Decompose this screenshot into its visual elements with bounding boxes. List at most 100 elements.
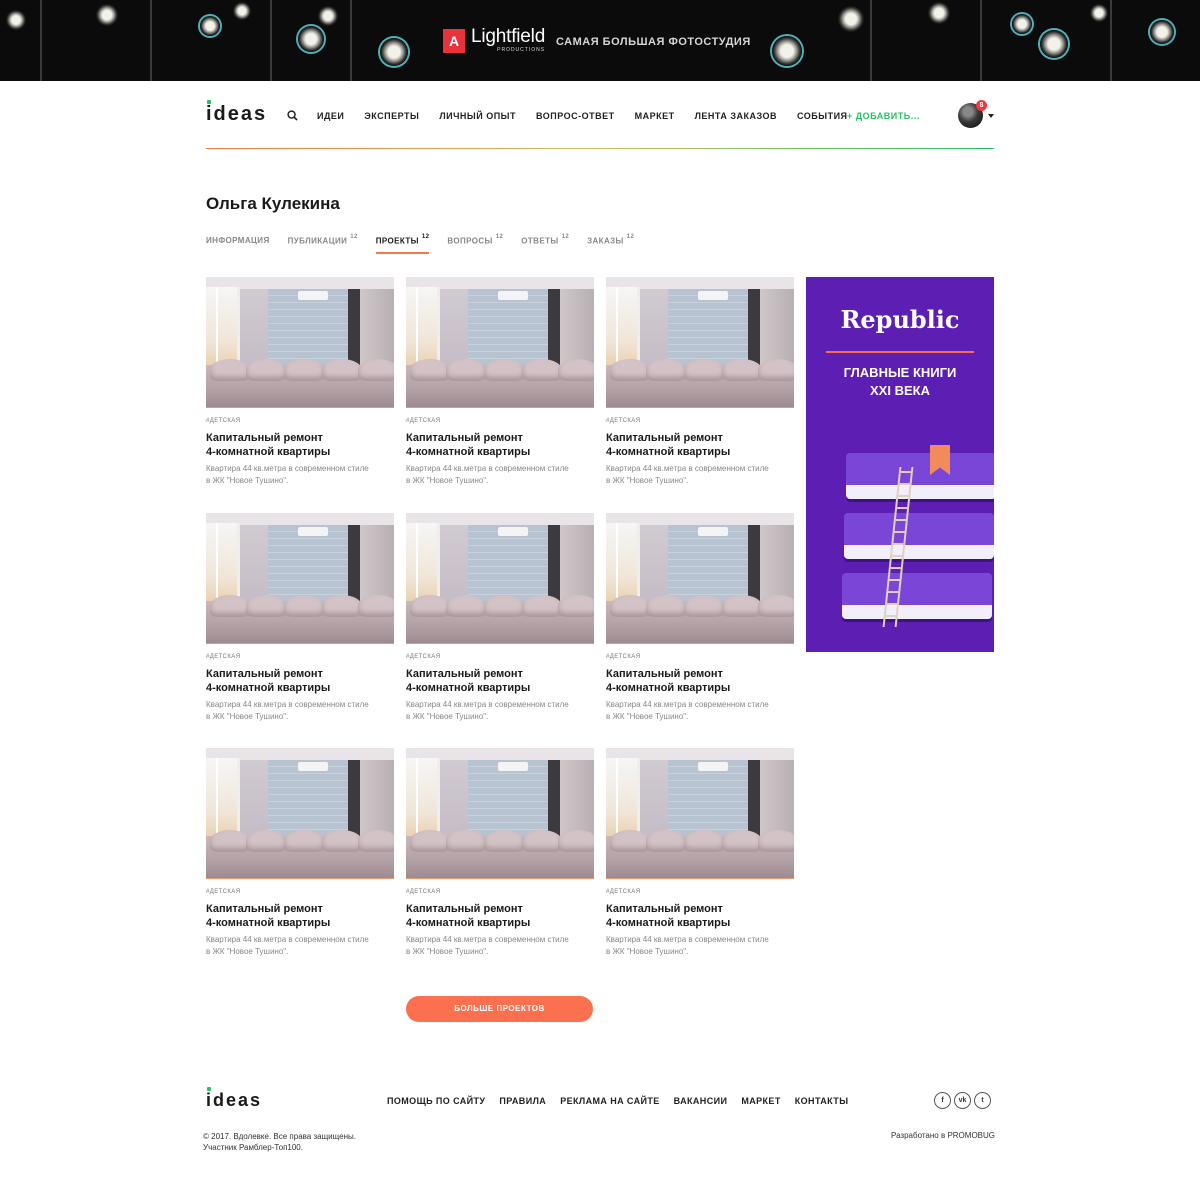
footer-link-help[interactable]: ПОМОЩЬ ПО САЙТУ <box>387 1096 485 1106</box>
ad-divider <box>826 351 974 353</box>
twitter-icon[interactable]: t <box>974 1092 991 1109</box>
project-title[interactable]: Капитальный ремонт 4-комнатной квартиры <box>606 902 794 930</box>
project-title[interactable]: Капитальный ремонт 4-комнатной квартиры <box>406 431 594 459</box>
project-card[interactable]: #ДЕТСКАЯ Капитальный ремонт 4-комнатной к… <box>406 513 594 723</box>
studio-lamp-icon <box>772 36 802 66</box>
ad-brand: Republic <box>840 305 960 334</box>
nav-market[interactable]: МАРКЕТ <box>635 111 675 121</box>
studio-lamp-icon <box>1150 20 1174 44</box>
project-card[interactable]: #ДЕТСКАЯ Капитальный ремонт 4-комнатной к… <box>206 513 394 723</box>
project-tag[interactable]: #ДЕТСКАЯ <box>406 418 594 424</box>
footer-link-rules[interactable]: ПРАВИЛА <box>499 1096 546 1106</box>
project-photo[interactable] <box>406 513 594 644</box>
project-tag[interactable]: #ДЕТСКАЯ <box>206 654 394 660</box>
tab-orders[interactable]: ЗАКАЗЫ 12 <box>587 234 634 254</box>
nav-experts[interactable]: ЭКСПЕРТЫ <box>364 111 419 121</box>
project-title[interactable]: Капитальный ремонт 4-комнатной квартиры <box>406 667 594 695</box>
tab-questions[interactable]: ВОПРОСЫ 12 <box>447 234 504 254</box>
nav-orders-feed[interactable]: ЛЕНТА ЗАКАЗОВ <box>695 111 777 121</box>
tab-count: 12 <box>561 234 570 240</box>
project-card[interactable]: #ДЕТСКАЯ Капитальный ремонт 4-комнатной к… <box>206 748 394 958</box>
footer-link-advertising[interactable]: РЕКЛАМА НА САЙТЕ <box>560 1096 659 1106</box>
header-divider <box>206 148 994 149</box>
project-tag[interactable]: #ДЕТСКАЯ <box>606 654 794 660</box>
tab-count: 12 <box>421 234 430 240</box>
footer-logo[interactable]: ideas <box>206 1087 262 1111</box>
project-title[interactable]: Капитальный ремонт 4-комнатной квартиры <box>206 902 394 930</box>
tab-info[interactable]: ИНФОРМАЦИЯ <box>206 236 270 254</box>
project-card[interactable]: #ДЕТСКАЯ Капитальный ремонт 4-комнатной к… <box>406 748 594 958</box>
lamp-stand <box>1110 0 1112 81</box>
project-title[interactable]: Капитальный ремонт 4-комнатной квартиры <box>606 431 794 459</box>
project-tag[interactable]: #ДЕТСКАЯ <box>606 889 794 895</box>
more-projects-button[interactable]: БОЛЬШЕ ПРОЕКТОВ <box>406 996 593 1022</box>
nav-ideas[interactable]: ИДЕИ <box>317 111 344 121</box>
nav-personal-experience[interactable]: ЛИЧНЫЙ ОПЫТ <box>439 111 516 121</box>
ad-text: ГЛАВНЫЕ КНИГИ XXI ВЕКА <box>843 365 957 398</box>
developer-credits[interactable]: Разработано в PROMOBUG <box>891 1131 995 1140</box>
site-logo[interactable]: ideas <box>206 100 267 126</box>
project-photo[interactable] <box>206 277 394 408</box>
project-photo[interactable] <box>206 748 394 879</box>
project-photo[interactable] <box>606 748 794 879</box>
book-illustration <box>844 513 994 559</box>
project-tag[interactable]: #ДЕТСКАЯ <box>206 889 394 895</box>
book-illustration <box>846 453 994 499</box>
studio-lamp-icon <box>96 4 118 26</box>
footer-link-vacancies[interactable]: ВАКАНСИИ <box>674 1096 728 1106</box>
footer-link-contacts[interactable]: КОНТАКТЫ <box>795 1096 849 1106</box>
site-header: ideas ИДЕИ ЭКСПЕРТЫ ЛИЧНЫЙ ОПЫТ ВОПРОС-О… <box>206 100 994 132</box>
project-description: Квартира 44 кв.метра в современном стиле… <box>606 700 769 721</box>
project-card[interactable]: #ДЕТСКАЯ Капитальный ремонт 4-комнатной к… <box>606 513 794 723</box>
nav-events[interactable]: СОБЫТИЯ <box>797 111 848 121</box>
project-description: Квартира 44 кв.метра в современном стиле… <box>206 935 369 956</box>
tab-count: 12 <box>350 234 358 240</box>
project-card[interactable]: #ДЕТСКАЯ Капитальный ремонт 4-комнатной к… <box>206 277 394 487</box>
studio-lamp-icon <box>928 2 950 24</box>
top-banner-ad[interactable]: A Lightfield PRODUCTIONS САМАЯ БОЛЬШАЯ Ф… <box>0 0 1200 81</box>
book-illustration <box>842 573 992 619</box>
profile-tabs: ИНФОРМАЦИЯ ПУБЛИКАЦИИ 12 ПРОЕКТЫ 12 ВОПРОС… <box>206 234 652 254</box>
add-button[interactable]: + ДОБАВИТЬ... <box>847 111 920 121</box>
republic-ad[interactable]: Republic ГЛАВНЫЕ КНИГИ XXI ВЕКА <box>806 277 994 652</box>
nav-qa[interactable]: ВОПРОС-ОТВЕТ <box>536 111 615 121</box>
project-tag[interactable]: #ДЕТСКАЯ <box>406 889 594 895</box>
tab-answers[interactable]: ОТВЕТЫ 12 <box>521 234 570 254</box>
tab-count: 12 <box>495 234 504 240</box>
project-photo[interactable] <box>406 748 594 879</box>
project-photo[interactable] <box>606 277 794 408</box>
project-tag[interactable]: #ДЕТСКАЯ <box>206 418 394 424</box>
footer-link-market[interactable]: МАРКЕТ <box>741 1096 780 1106</box>
notification-badge: 8 <box>976 100 987 111</box>
tab-publications[interactable]: ПУБЛИКАЦИИ 12 <box>288 234 358 254</box>
project-photo[interactable] <box>206 513 394 644</box>
chevron-down-icon[interactable] <box>988 114 994 118</box>
profile-name: Ольга Кулекина <box>206 194 340 213</box>
project-title[interactable]: Капитальный ремонт 4-комнатной квартиры <box>406 902 594 930</box>
project-card[interactable]: #ДЕТСКАЯ Капитальный ремонт 4-комнатной к… <box>606 277 794 487</box>
project-card[interactable]: #ДЕТСКАЯ Капитальный ремонт 4-комнатной к… <box>606 748 794 958</box>
studio-lamp-icon <box>1090 4 1108 22</box>
project-card[interactable]: #ДЕТСКАЯ Капитальный ремонт 4-комнатной к… <box>406 277 594 487</box>
project-title[interactable]: Капитальный ремонт 4-комнатной квартиры <box>206 667 394 695</box>
studio-lamp-icon <box>1040 30 1068 58</box>
project-description: Квартира 44 кв.метра в современном стиле… <box>206 700 369 721</box>
project-tag[interactable]: #ДЕТСКАЯ <box>606 418 794 424</box>
vk-icon[interactable]: vk <box>954 1092 971 1109</box>
lightfield-logo: A Lightfield PRODUCTIONS <box>443 26 546 53</box>
project-description: Квартира 44 кв.метра в современном стиле… <box>606 935 769 956</box>
lamp-stand <box>150 0 152 81</box>
project-title[interactable]: Капитальный ремонт 4-комнатной квартиры <box>606 667 794 695</box>
facebook-icon[interactable]: f <box>934 1092 951 1109</box>
search-icon[interactable] <box>287 110 298 121</box>
project-photo[interactable] <box>606 513 794 644</box>
project-title[interactable]: Капитальный ремонт 4-комнатной квартиры <box>206 431 394 459</box>
project-tag[interactable]: #ДЕТСКАЯ <box>406 654 594 660</box>
footer-nav: ПОМОЩЬ ПО САЙТУ ПРАВИЛА РЕКЛАМА НА САЙТЕ… <box>387 1096 862 1106</box>
tab-projects[interactable]: ПРОЕКТЫ 12 <box>375 234 430 254</box>
lightfield-logo-text: Lightfield <box>471 26 546 47</box>
social-links: f vk t <box>934 1092 991 1109</box>
project-description: Квартира 44 кв.метра в современном стиле… <box>406 700 569 721</box>
copyright-text: © 2017. Вдолевке. Все права защищены. Уч… <box>203 1132 356 1152</box>
project-photo[interactable] <box>406 277 594 408</box>
